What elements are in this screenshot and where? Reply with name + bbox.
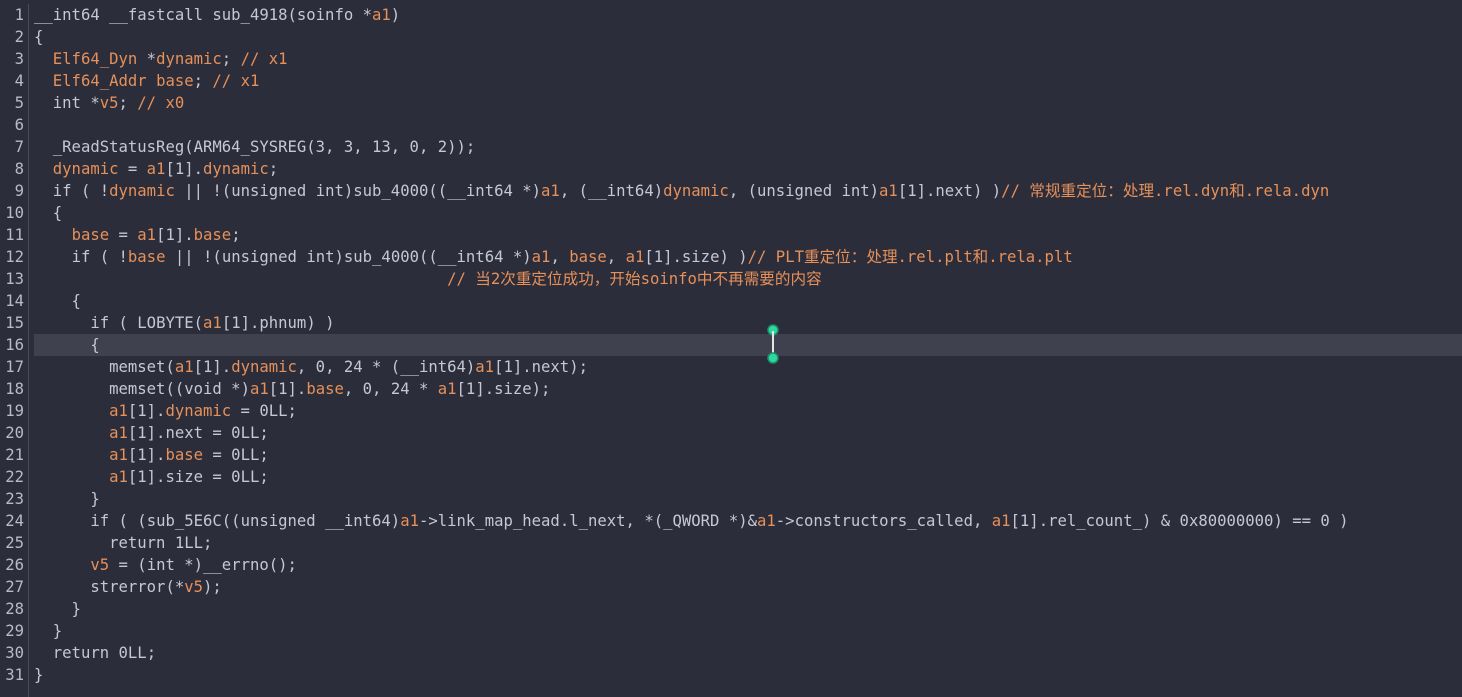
- line-number: 19: [5, 402, 24, 420]
- line-number: 27: [5, 578, 24, 596]
- line-number: 28: [5, 600, 24, 618]
- code-line[interactable]: strerror(*v5);: [34, 576, 1462, 598]
- selection-end-handle-icon[interactable]: [766, 351, 780, 365]
- code-line[interactable]: if ( !dynamic || !(unsigned int)sub_4000…: [34, 180, 1462, 202]
- code-line[interactable]: a1[1].base = 0LL;: [34, 444, 1462, 466]
- code-line[interactable]: if ( (sub_5E6C((unsigned __int64)a1->lin…: [34, 510, 1462, 532]
- code-line[interactable]: }: [34, 620, 1462, 642]
- line-number: 9: [14, 182, 24, 200]
- code-line[interactable]: Elf64_Dyn *dynamic; // x1: [34, 48, 1462, 70]
- line-number: 21: [5, 446, 24, 464]
- code-line[interactable]: if ( LOBYTE(a1[1].phnum) ): [34, 312, 1462, 334]
- code-line[interactable]: a1[1].next = 0LL;: [34, 422, 1462, 444]
- code-line[interactable]: if ( !base || !(unsigned int)sub_4000((_…: [34, 246, 1462, 268]
- line-number: 22: [5, 468, 24, 486]
- line-number: 20: [5, 424, 24, 442]
- line-number: 17: [5, 358, 24, 376]
- code-line[interactable]: _ReadStatusReg(ARM64_SYSREG(3, 3, 13, 0,…: [34, 136, 1462, 158]
- line-number: 24: [5, 512, 24, 530]
- line-number: 7: [14, 138, 24, 156]
- line-number: 5: [14, 94, 24, 112]
- line-number: 3: [14, 50, 24, 68]
- line-number: 14: [5, 292, 24, 310]
- line-number-gutter: 1 2 3 4 5 6 7 8 9 10 11 12 13 14 15 16 17 18 19 20 21 22 23 24 2…: [0, 4, 29, 697]
- line-number: 15: [5, 314, 24, 332]
- code-line[interactable]: v5 = (int *)__errno();: [34, 554, 1462, 576]
- code-line[interactable]: }: [34, 664, 1462, 686]
- line-number: 29: [5, 622, 24, 640]
- code-line[interactable]: {: [34, 334, 1462, 356]
- line-number: 18: [5, 380, 24, 398]
- code-line[interactable]: __int64 __fastcall sub_4918(soinfo *a1): [34, 4, 1462, 26]
- caret: [772, 331, 774, 353]
- line-number: 30: [5, 644, 24, 662]
- code-line[interactable]: }: [34, 488, 1462, 510]
- code-line[interactable]: // 当2次重定位成功，开始soinfo中不再需要的内容: [34, 268, 1462, 290]
- line-number: 25: [5, 534, 24, 552]
- line-number: 31: [5, 666, 24, 684]
- line-number: 6: [14, 116, 24, 134]
- code-line[interactable]: return 1LL;: [34, 532, 1462, 554]
- line-number: 11: [5, 226, 24, 244]
- code-line[interactable]: a1[1].size = 0LL;: [34, 466, 1462, 488]
- line-number: 10: [5, 204, 24, 222]
- pseudocode-editor[interactable]: 1 2 3 4 5 6 7 8 9 10 11 12 13 14 15 16 17 18 19 20 21 22 23 24 2…: [0, 0, 1462, 697]
- code-line[interactable]: int *v5; // x0: [34, 92, 1462, 114]
- line-number: 12: [5, 248, 24, 266]
- code-line[interactable]: base = a1[1].base;: [34, 224, 1462, 246]
- code-line[interactable]: [34, 114, 1462, 136]
- code-line[interactable]: dynamic = a1[1].dynamic;: [34, 158, 1462, 180]
- line-number: 4: [14, 72, 24, 90]
- code-line[interactable]: a1[1].dynamic = 0LL;: [34, 400, 1462, 422]
- code-line[interactable]: {: [34, 202, 1462, 224]
- line-number: 13: [5, 270, 24, 288]
- line-number: 8: [14, 160, 24, 178]
- code-line[interactable]: {: [34, 26, 1462, 48]
- code-line[interactable]: {: [34, 290, 1462, 312]
- code-line[interactable]: }: [34, 598, 1462, 620]
- code-line[interactable]: return 0LL;: [34, 642, 1462, 664]
- code-line[interactable]: memset((void *)a1[1].base, 0, 24 * a1[1]…: [34, 378, 1462, 400]
- text-cursor[interactable]: [766, 323, 780, 365]
- line-number: 23: [5, 490, 24, 508]
- code-line[interactable]: Elf64_Addr base; // x1: [34, 70, 1462, 92]
- line-number: 16: [5, 336, 24, 354]
- line-number: 26: [5, 556, 24, 574]
- line-number: 2: [14, 28, 24, 46]
- code-line[interactable]: memset(a1[1].dynamic, 0, 24 * (__int64)a…: [34, 356, 1462, 378]
- line-number: 1: [14, 6, 24, 24]
